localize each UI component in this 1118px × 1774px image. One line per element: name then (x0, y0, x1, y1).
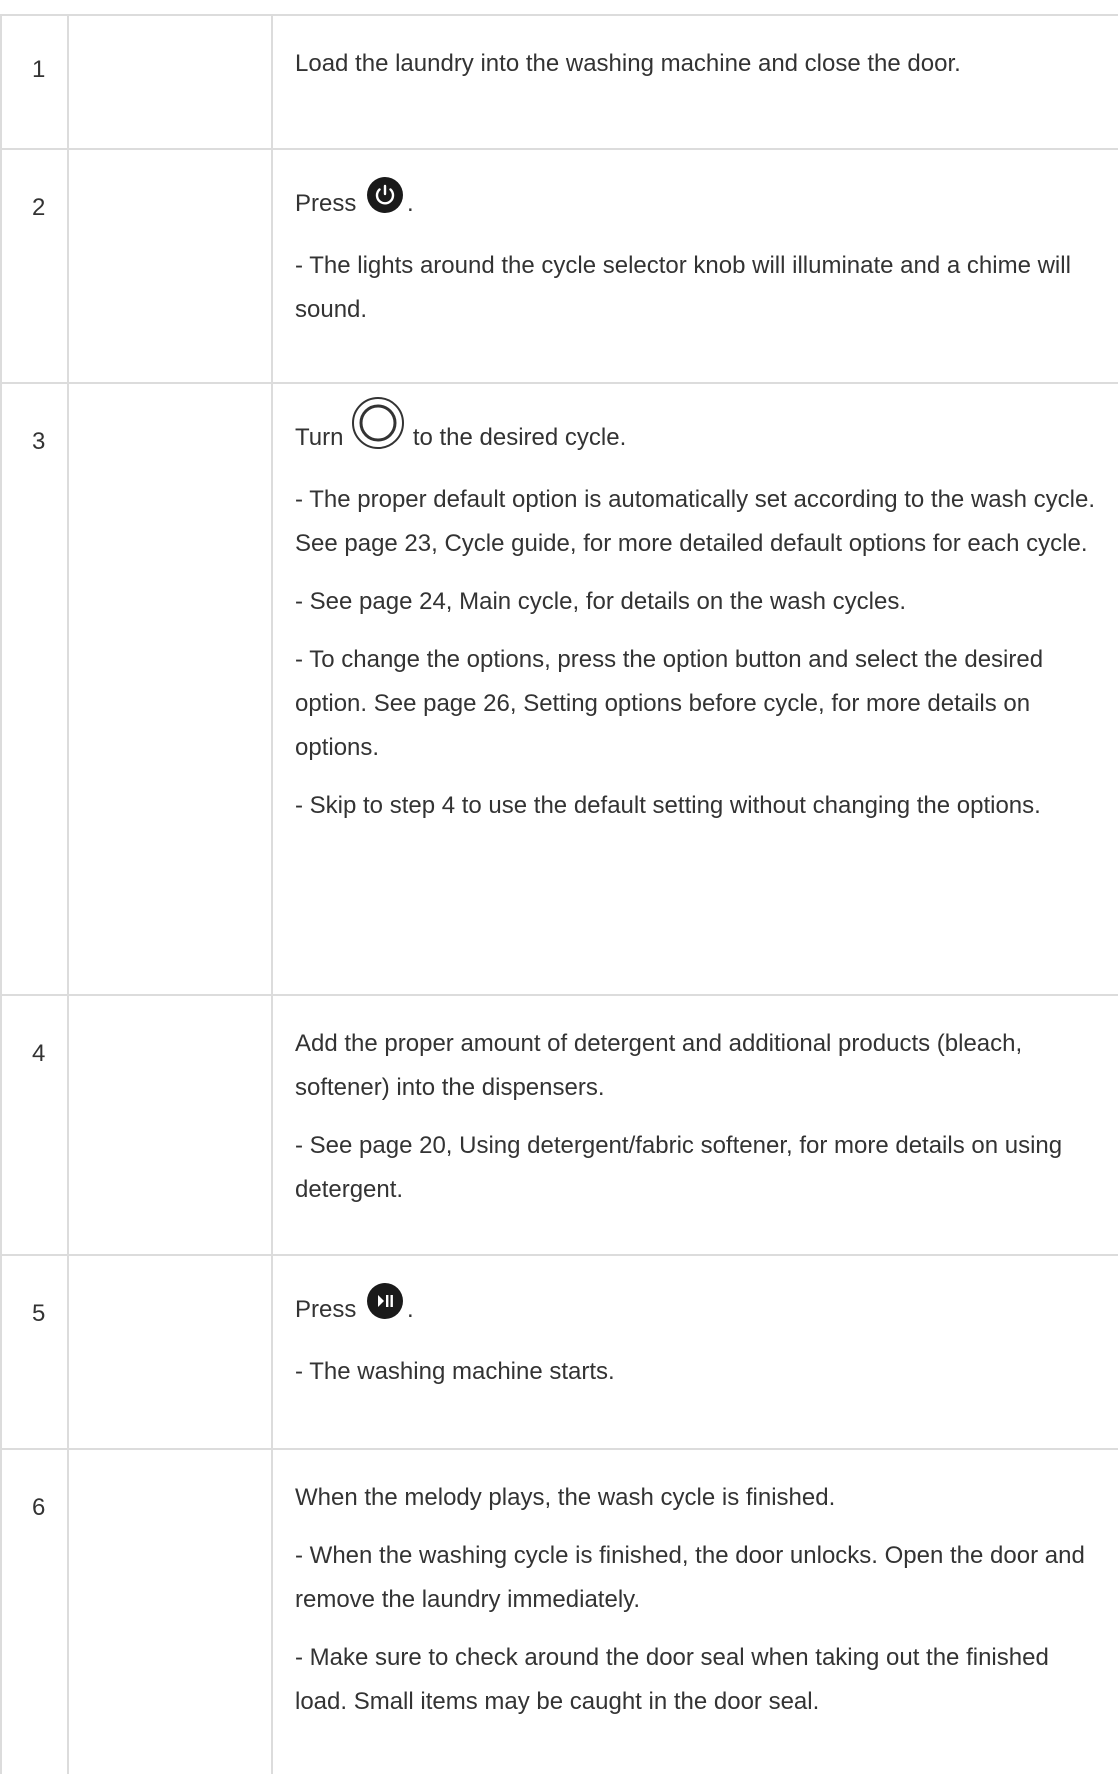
step-number: 6 (0, 1450, 69, 1774)
step-row-4: 4 Add the proper amount of detergent and… (0, 996, 1118, 1256)
step-line: - To change the options, press the optio… (295, 646, 1044, 761)
step-number: 4 (0, 996, 69, 1254)
step-image-cell (69, 16, 273, 148)
step-line: - The proper default option is automatic… (295, 486, 1095, 557)
step-number: 5 (0, 1256, 69, 1448)
step-line: - When the washing cycle is finished, th… (295, 1542, 1085, 1613)
step-image-cell (69, 384, 273, 994)
step-lead: Press . (295, 177, 1104, 230)
step-lead: Turn to the desired cycle. (295, 397, 1104, 464)
lead-text: Turn (295, 424, 344, 451)
step-text: Press . - The washing machine starts. (273, 1256, 1118, 1448)
step-text: When the melody plays, the wash cycle is… (273, 1450, 1118, 1774)
step-number: 1 (0, 16, 69, 148)
step-lead: Press . (295, 1283, 1104, 1336)
cycle-selector-knob-icon (350, 397, 406, 464)
step-image-cell (69, 1256, 273, 1448)
step-line: - Make sure to check around the door sea… (295, 1644, 1049, 1715)
steps-table: 1 Load the laundry into the washing mach… (0, 14, 1118, 1774)
step-text: Load the laundry into the washing machin… (273, 16, 1118, 148)
power-icon (363, 177, 407, 230)
lead-suffix: to the desired cycle. (412, 424, 627, 451)
step-line: Add the proper amount of detergent and a… (295, 1030, 1023, 1101)
step-line: - The lights around the cycle selector k… (295, 252, 1071, 323)
step-text: Press . - The lights around the cycle se… (273, 150, 1118, 382)
step-line: When the melody plays, the wash cycle is… (295, 1484, 836, 1511)
step-line: - Skip to step 4 to use the default sett… (295, 792, 1041, 819)
step-row-1: 1 Load the laundry into the washing mach… (0, 16, 1118, 150)
step-image-cell (69, 150, 273, 382)
step-row-6: 6 When the melody plays, the wash cycle … (0, 1450, 1118, 1774)
lead-suffix: . (407, 190, 414, 217)
step-line: - See page 20, Using detergent/fabric so… (295, 1132, 1063, 1203)
step-row-2: 2 Press . - The lights around the cycle … (0, 150, 1118, 384)
step-text: Add the proper amount of detergent and a… (273, 996, 1118, 1254)
step-image-cell (69, 1450, 273, 1774)
lead-suffix: . (407, 1296, 414, 1323)
lead-text: Press (295, 1296, 357, 1323)
step-row-3: 3 Turn to the desired cycle. - The prope… (0, 384, 1118, 996)
step-image-cell (69, 996, 273, 1254)
start-pause-icon (363, 1283, 407, 1336)
step-number: 3 (0, 384, 69, 994)
lead-text: Press (295, 190, 357, 217)
step-line: Load the laundry into the washing machin… (295, 50, 961, 77)
step-number: 2 (0, 150, 69, 382)
step-line: - See page 24, Main cycle, for details o… (295, 588, 906, 615)
step-row-5: 5 Press . - The washing machine starts. (0, 1256, 1118, 1450)
step-line: - The washing machine starts. (295, 1358, 615, 1385)
step-text: Turn to the desired cycle. - The proper … (273, 384, 1118, 994)
